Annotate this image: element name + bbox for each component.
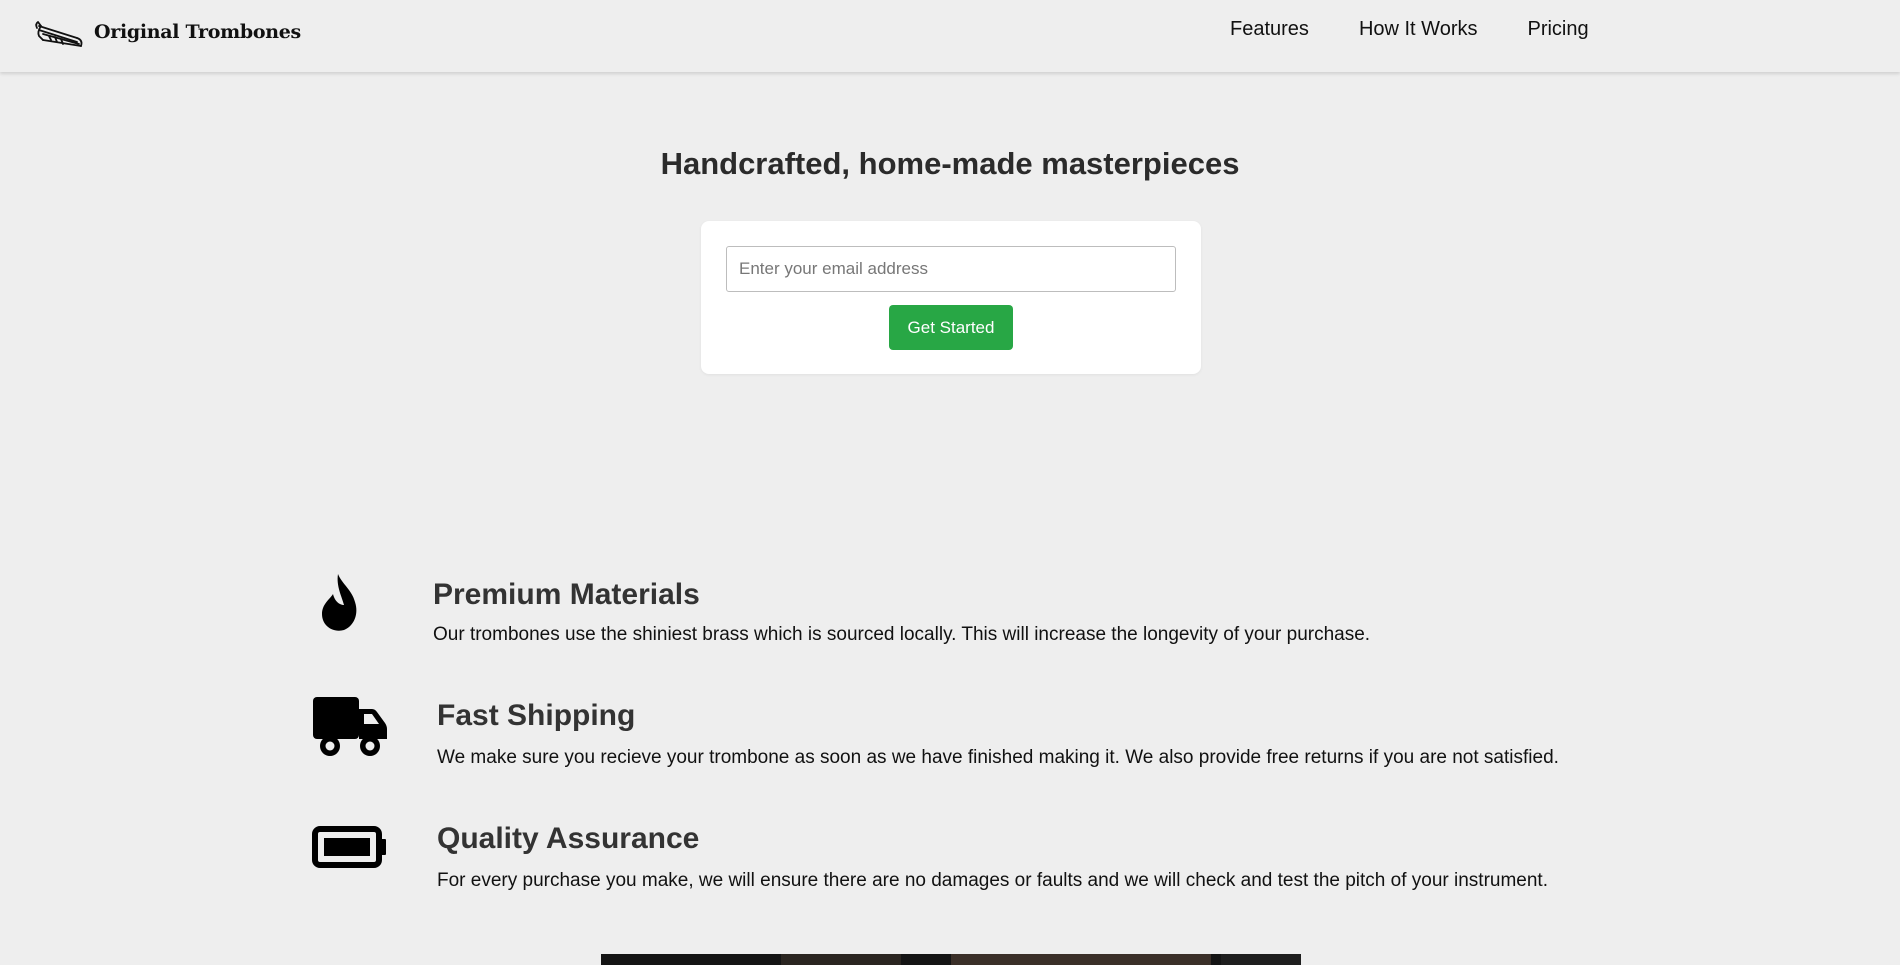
nav-link-features[interactable]: Features	[1230, 18, 1309, 41]
brand-logo-link[interactable]: Original Trombones	[33, 14, 301, 50]
video-frame-shade	[781, 954, 901, 965]
brand-name: Original Trombones	[94, 21, 301, 43]
feature-title: Fast Shipping	[437, 699, 636, 732]
battery-icon	[312, 826, 386, 868]
hero-title: Handcrafted, home-made masterpieces	[660, 146, 1240, 181]
signup-form: Get Started	[701, 221, 1201, 374]
trombone-icon	[35, 21, 83, 47]
feature-title: Premium Materials	[433, 578, 700, 611]
feature-description: For every purchase you make, we will ens…	[437, 870, 1548, 891]
site-header: Original Trombones Features How It Works…	[0, 0, 1900, 72]
fire-icon	[322, 574, 357, 631]
feature-description: We make sure you recieve your trombone a…	[437, 747, 1559, 768]
truck-icon	[313, 697, 387, 756]
nav-link-how-it-works[interactable]: How It Works	[1359, 18, 1478, 41]
get-started-button[interactable]: Get Started	[889, 305, 1013, 350]
video-preview[interactable]	[601, 954, 1301, 965]
main-nav: Features How It Works Pricing	[1230, 18, 1589, 41]
video-frame-shade	[1221, 954, 1301, 965]
feature-description: Our trombones use the shiniest brass whi…	[433, 624, 1371, 645]
nav-link-pricing[interactable]: Pricing	[1527, 18, 1588, 41]
video-frame-shade	[951, 954, 1211, 965]
email-input[interactable]	[726, 246, 1176, 292]
feature-title: Quality Assurance	[437, 822, 700, 855]
